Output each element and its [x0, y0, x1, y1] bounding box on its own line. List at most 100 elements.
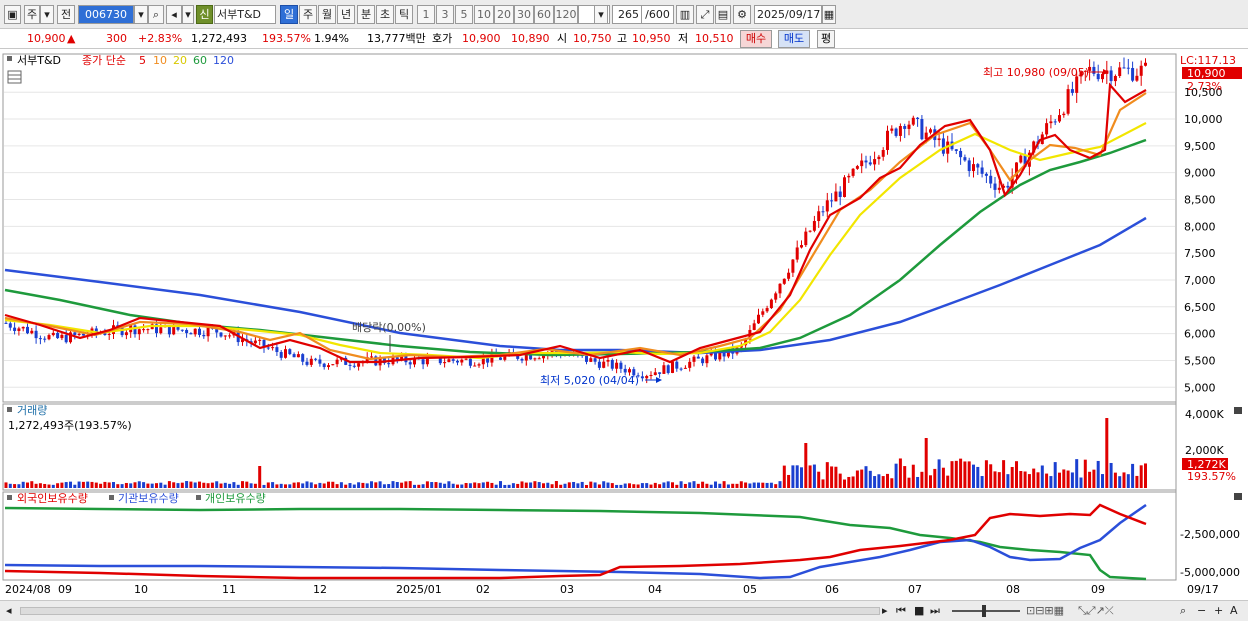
interval-20[interactable]: 20 [494, 5, 514, 24]
chart-area[interactable]: 서부T&D 종가 단순 5 10 20 60 120 10,500 10,000 9… [0, 50, 1248, 600]
candle-body [972, 164, 975, 172]
period-day[interactable]: 일 [280, 5, 298, 24]
volume-bar [683, 483, 687, 488]
volume-bar [486, 481, 490, 488]
volume-bar [821, 479, 825, 488]
candle-body [318, 359, 322, 364]
volume-bar [86, 481, 90, 488]
zoom-in-icon[interactable]: + [1214, 604, 1223, 618]
date-input[interactable]: 2025/09/17 [754, 5, 822, 24]
last-icon[interactable]: ⏭ [930, 604, 940, 618]
speaker-dropdown-icon[interactable]: ▾ [182, 5, 194, 24]
volume-bar [658, 484, 662, 488]
candle-body [855, 166, 859, 169]
lc-label: LC:117.13 [1180, 54, 1236, 67]
table-toggle-icon[interactable] [7, 70, 22, 84]
stock-code-input[interactable]: 006730 [78, 5, 134, 24]
candle-body [296, 354, 300, 358]
code-dropdown-icon[interactable]: ▾ [134, 5, 148, 24]
market-tab[interactable]: 주 [24, 5, 40, 24]
period-second[interactable]: 초 [376, 5, 394, 24]
x-label-12: 12 [313, 583, 327, 596]
zoom-out-icon[interactable]: − [1197, 604, 1206, 618]
volume-bar [1006, 474, 1010, 488]
turnover-rate: 1.94% [314, 32, 349, 45]
volume-bar [206, 483, 210, 488]
volume-bar [959, 458, 963, 488]
period-month[interactable]: 월 [318, 5, 336, 24]
candle-body [292, 354, 296, 358]
volume-bar [1019, 470, 1023, 488]
scroll-left-icon[interactable]: ◂ [6, 604, 12, 618]
volume-panel-close-icon[interactable] [1234, 407, 1242, 414]
volume-bar [1032, 468, 1036, 488]
scrollbar-track[interactable] [20, 607, 880, 615]
volume-bar [26, 482, 29, 488]
volume-bar [305, 481, 309, 488]
zoom-slider-handle[interactable] [982, 605, 986, 617]
draw-tool-icon[interactable]: ⤢ [696, 5, 714, 24]
holdings-panel-close-icon[interactable] [1234, 493, 1242, 500]
candle-body [843, 177, 846, 197]
candle-body [142, 329, 146, 331]
volume-bar [1066, 470, 1070, 488]
interval-30[interactable]: 30 [514, 5, 534, 24]
stop-icon[interactable]: ■ [914, 604, 924, 618]
volume-bar [580, 481, 584, 488]
volume-bar [172, 482, 176, 488]
volume-bar [258, 466, 262, 488]
interval-3[interactable]: 3 [436, 5, 454, 24]
volume-bar [1079, 477, 1083, 488]
interval-10[interactable]: 10 [474, 5, 494, 24]
volume-bar [890, 478, 894, 488]
avg-button[interactable]: 평 [817, 30, 835, 48]
period-tick[interactable]: 틱 [395, 5, 413, 24]
settings-icon[interactable]: ⚙ [733, 5, 751, 24]
interval-1[interactable]: 1 [417, 5, 435, 24]
volume-bar [176, 483, 180, 488]
candle-body [322, 363, 326, 368]
volume-bar [137, 481, 141, 488]
window-icon[interactable]: ▣ [4, 5, 21, 24]
candle-body [47, 335, 51, 340]
bar-count-input[interactable]: 265 [612, 5, 642, 24]
save-icon[interactable]: ▤ [715, 5, 731, 24]
scroll-right-icon[interactable]: ▸ [882, 604, 888, 618]
calendar-icon[interactable]: ▦ [822, 5, 836, 24]
volume-bar [765, 482, 769, 488]
interval-dropdown-icon[interactable]: ▾ [594, 5, 608, 24]
candle-body [1118, 67, 1122, 76]
volume-bar [907, 477, 911, 488]
candle-type-icon[interactable]: ▥ [676, 5, 694, 24]
bar-total-label: /600 [642, 5, 674, 24]
layout-icons[interactable]: ⊡⊟⊞▦ [1026, 604, 1064, 618]
volume-bar [236, 484, 240, 488]
search-icon[interactable]: ⌕ [148, 5, 164, 24]
candle-body [1062, 113, 1066, 116]
zoom-search-icon[interactable]: ⌕ [1180, 604, 1186, 618]
prev-button[interactable]: 전 [57, 5, 75, 24]
candle-body [26, 326, 29, 334]
market-dropdown-icon[interactable]: ▾ [40, 5, 54, 24]
interval-120[interactable]: 120 [554, 5, 578, 24]
tool-icons[interactable]: ⤡⤢↗⤫ [1078, 604, 1114, 618]
zoom-slider[interactable] [952, 610, 1020, 612]
candle-body [38, 338, 42, 340]
interval-60[interactable]: 60 [534, 5, 554, 24]
candle-body [17, 328, 21, 331]
volume-bar [146, 483, 150, 488]
period-minute[interactable]: 분 [357, 5, 375, 24]
font-size-icon[interactable]: A [1230, 604, 1238, 618]
interval-5[interactable]: 5 [455, 5, 473, 24]
volume-bar [4, 482, 8, 488]
stock-name-field[interactable]: 서부T&D [214, 5, 276, 24]
volume-bar [610, 483, 614, 488]
buy-button[interactable]: 매수 [740, 30, 772, 48]
sell-button[interactable]: 매도 [778, 30, 810, 48]
speaker-icon[interactable]: ◂ [166, 5, 182, 24]
first-icon[interactable]: ⏮ [896, 604, 906, 618]
volume-bar [597, 484, 601, 488]
period-year[interactable]: 년 [337, 5, 355, 24]
candle-body [671, 361, 674, 373]
period-week[interactable]: 주 [299, 5, 317, 24]
